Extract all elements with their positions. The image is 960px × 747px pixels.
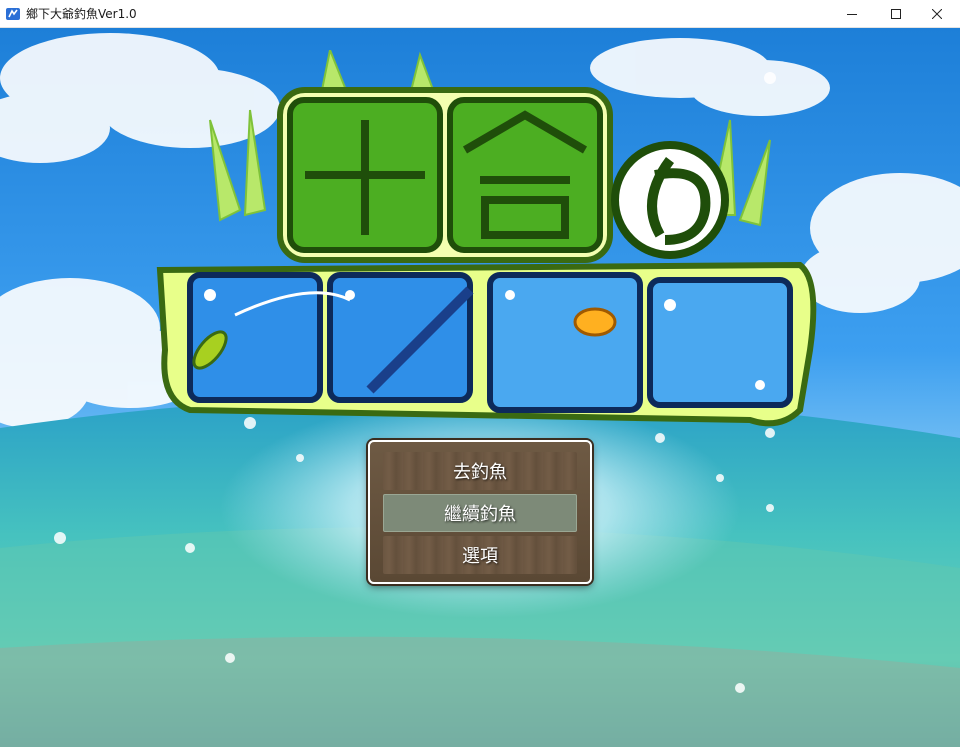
- logo-line1: [277, 87, 729, 263]
- title-menu: 去釣魚 繼續釣魚 選項: [368, 440, 592, 584]
- title-bar[interactable]: 鄉下大爺釣魚Ver1.0: [0, 0, 960, 28]
- minimize-icon: [847, 14, 857, 15]
- game-title-logo: [156, 50, 817, 427]
- close-icon: [932, 9, 942, 19]
- maximize-button[interactable]: [873, 0, 919, 28]
- game-window: 鄉下大爺釣魚Ver1.0 去釣魚 繼續釣魚 選項: [0, 0, 960, 747]
- minimize-button[interactable]: [829, 0, 875, 28]
- game-viewport[interactable]: 去釣魚 繼續釣魚 選項: [0, 28, 960, 747]
- maximize-icon: [891, 9, 901, 19]
- menu-item-continue[interactable]: 繼續釣魚: [383, 494, 577, 532]
- rpg-maker-icon: [6, 8, 20, 20]
- logo-line2: [156, 261, 817, 427]
- menu-item-new-game[interactable]: 去釣魚: [383, 452, 577, 490]
- menu-item-options[interactable]: 選項: [383, 536, 577, 574]
- close-button[interactable]: [914, 0, 960, 28]
- window-title: 鄉下大爺釣魚Ver1.0: [26, 7, 137, 21]
